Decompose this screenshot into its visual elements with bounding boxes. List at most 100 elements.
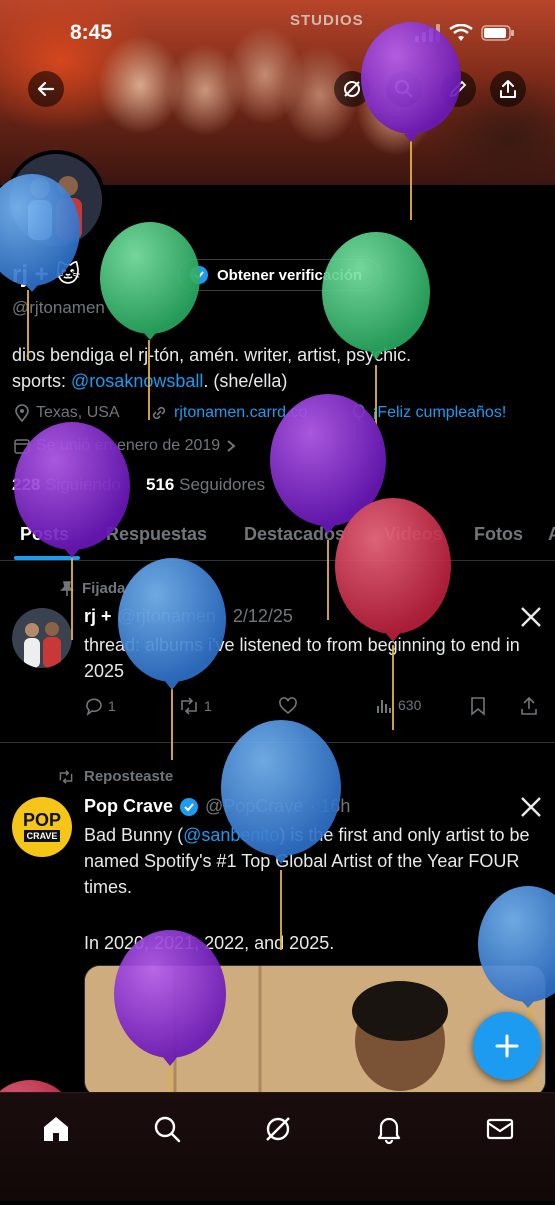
tab-articles[interactable]: A: [548, 524, 555, 545]
x-logo-icon: [521, 797, 541, 817]
post2-text: Bad Bunny (@sanbenito) is the first and …: [84, 822, 539, 900]
post2-text-3: In 2020, 2021, 2022, and 2025.: [84, 933, 335, 953]
reply-button[interactable]: 1: [84, 696, 116, 716]
share-icon: [521, 696, 537, 715]
profile-avatar[interactable]: [6, 150, 106, 250]
tab-photos[interactable]: Fotos: [474, 524, 523, 545]
post2-date[interactable]: · 16h: [309, 796, 350, 817]
back-arrow-icon: [37, 81, 55, 97]
repost-count: 1: [204, 698, 212, 714]
calendar-icon: [14, 439, 30, 454]
repost-icon: [181, 697, 197, 715]
post2-author-handle[interactable]: @PopCrave: [205, 796, 303, 817]
reply-count: 1: [108, 698, 116, 714]
search-button[interactable]: [386, 71, 422, 107]
location-text: Texas, USA: [36, 404, 120, 421]
post-author-handle[interactable]: @rjtonamen: [118, 606, 216, 627]
tab-posts[interactable]: Posts: [20, 524, 69, 545]
followers-number: 516: [146, 475, 175, 494]
status-time: 8:45: [70, 21, 113, 44]
x-logo-icon: [521, 607, 541, 627]
plus-icon: [495, 1034, 519, 1058]
profile-handle: @rjtonamen: [12, 298, 105, 317]
post2-text-1: Bad Bunny (: [84, 825, 184, 845]
following-label: Siguiendo: [45, 475, 121, 494]
like-button[interactable]: [278, 696, 298, 716]
popcrave-avatar[interactable]: POP CRAVE: [12, 797, 72, 857]
bottom-navigation: [0, 1092, 555, 1201]
post-share-button[interactable]: [520, 696, 538, 716]
back-button[interactable]: [28, 71, 64, 107]
views-count: 630: [398, 697, 422, 713]
verified-badge-icon: [190, 266, 208, 284]
following-number: 228: [12, 475, 41, 494]
grok-button[interactable]: [334, 71, 370, 107]
birthday-text: ¡Feliz cumpleaños!: [372, 404, 507, 421]
pinned-context: Fijada: [60, 580, 125, 597]
grok-icon[interactable]: [262, 1113, 294, 1145]
name-emojis: 🐱: [55, 261, 81, 288]
profile-name-text: rj +: [12, 261, 49, 288]
pencil-icon: [449, 80, 467, 98]
tab-highlights[interactable]: Destacados: [244, 524, 345, 545]
post-avatar-photo-icon: [12, 608, 72, 668]
birthday-meta: ¡Feliz cumpleaños!: [352, 404, 506, 422]
pinned-label: Fijada: [82, 580, 126, 597]
following-count[interactable]: 228 Siguiendo: [12, 475, 121, 495]
tab-videos[interactable]: Videos: [384, 524, 443, 545]
post-actions: 1 1 630: [84, 696, 544, 720]
bell-icon[interactable]: [373, 1113, 405, 1145]
repost-small-icon: [59, 769, 73, 784]
active-tab-indicator: [14, 556, 80, 560]
followers-count[interactable]: 516 Seguidores: [146, 475, 265, 495]
post-text: thread: albums i've listened to from beg…: [84, 635, 520, 681]
repost-button[interactable]: 1: [178, 696, 212, 716]
chevron-right-icon[interactable]: [226, 439, 236, 453]
bookmark-button[interactable]: [470, 696, 486, 716]
link-icon: [152, 406, 166, 420]
website-meta[interactable]: rjtonamen.carrd.co: [150, 404, 307, 422]
bio-mention-link[interactable]: @rosaknowsball: [71, 371, 203, 391]
search-icon: [395, 80, 413, 98]
compose-button[interactable]: [473, 1012, 541, 1080]
reply-icon: [86, 698, 102, 716]
share-icon: [500, 80, 516, 98]
home-icon[interactable]: [40, 1113, 72, 1145]
edit-button[interactable]: [440, 71, 476, 107]
post2-author-name[interactable]: Pop Crave: [84, 796, 173, 817]
bio-line-2: sports: @rosaknowsball. (she/ella): [12, 368, 532, 394]
views-button[interactable]: 630: [376, 696, 421, 714]
signal-icon: [415, 24, 440, 42]
heart-icon: [279, 697, 297, 715]
website-link[interactable]: rjtonamen.carrd.co: [174, 404, 307, 422]
post-avatar[interactable]: [12, 608, 72, 668]
get-verified-button[interactable]: Obtener verificación: [178, 259, 382, 291]
post-header: rj + @rjtonamen · 2/12/25: [84, 606, 293, 627]
joined-text: Se unió en enero de 2019: [36, 437, 221, 454]
pin-icon: [60, 580, 74, 596]
grok-icon: [344, 81, 360, 97]
bio-suffix: . (she/ella): [203, 371, 288, 391]
avatar-photo-icon: [10, 154, 102, 246]
post2-mention[interactable]: @sanbenito: [183, 825, 279, 845]
profile-name: rj + 🐱: [12, 260, 80, 289]
tab-replies[interactable]: Respuestas: [106, 524, 207, 545]
post-divider: [0, 742, 555, 743]
post-date[interactable]: · 2/12/25: [222, 606, 293, 627]
get-verified-label: Obtener verificación: [217, 266, 363, 284]
mail-icon[interactable]: [484, 1113, 516, 1145]
followers-label: Seguidores: [179, 475, 266, 494]
bookmark-icon: [471, 697, 485, 716]
wifi-icon: [449, 24, 473, 41]
joined-meta: Se unió en enero de 2019: [14, 437, 236, 455]
repost-context: Reposteaste: [56, 768, 173, 785]
banner-sign: STUDIOS: [290, 12, 364, 29]
search-icon[interactable]: [151, 1113, 183, 1145]
battery-icon: [481, 25, 514, 41]
status-icons: [415, 24, 515, 42]
share-button[interactable]: [490, 71, 526, 107]
location-pin-icon: [15, 404, 29, 422]
post-author-name[interactable]: rj +: [84, 606, 112, 627]
profile-tabs: Posts Respuestas Destacados Videos Fotos…: [0, 512, 555, 561]
balloon-icon: [353, 404, 365, 421]
